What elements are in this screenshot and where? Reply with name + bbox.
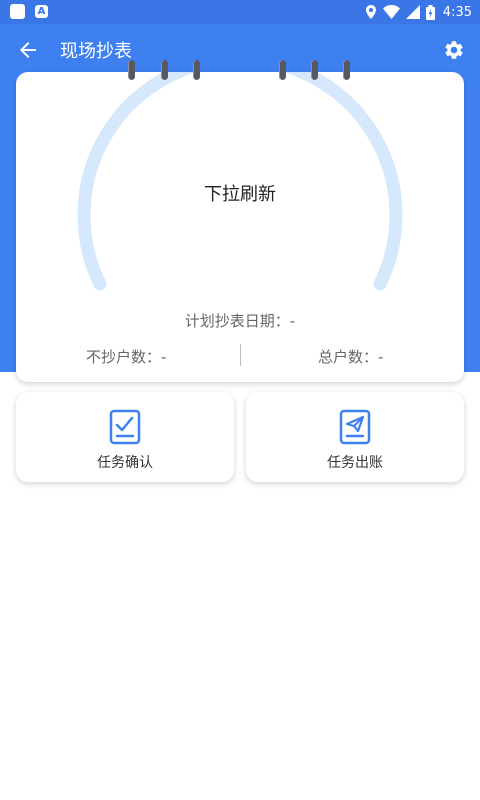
unread-households: 不抄户数：- (86, 348, 167, 366)
notification-square-icon (10, 4, 25, 19)
status-time: 4:35 (442, 4, 472, 20)
arrow-back-icon (20, 42, 36, 58)
task-send-icon (339, 409, 371, 445)
page-title: 现场抄表 (60, 41, 132, 62)
task-send-button[interactable]: 任务出账 (246, 392, 464, 482)
battery-icon (425, 4, 435, 20)
gear-icon (445, 41, 463, 59)
notification-a-letter: A (37, 6, 46, 17)
binder-ring-icon (279, 60, 286, 80)
app-bar: 现场抄表 (0, 24, 480, 76)
notification-a-icon: A (35, 5, 48, 18)
location-icon (365, 5, 376, 19)
meter-reading-card[interactable]: 下拉刷新 计划抄表日期：- 不抄户数：- 总户数：- (16, 72, 464, 382)
task-confirm-icon (109, 409, 141, 445)
task-send-label: 任务出账 (327, 455, 383, 471)
status-bar: A 4:35 (0, 0, 480, 24)
signal-icon (405, 5, 420, 19)
wifi-icon (382, 5, 400, 19)
binder-ring-icon (343, 60, 350, 80)
binder-ring-icon (311, 60, 318, 80)
status-icons: 4:35 (365, 3, 472, 21)
binder-ring-icon (193, 60, 200, 80)
task-confirm-button[interactable]: 任务确认 (16, 392, 234, 482)
pull-to-refresh-text: 下拉刷新 (204, 184, 276, 205)
stat-divider (240, 344, 241, 366)
settings-button[interactable] (440, 36, 468, 64)
plan-reading-date: 计划抄表日期：- (184, 312, 296, 330)
back-button[interactable] (14, 36, 42, 64)
total-households: 总户数：- (318, 348, 384, 366)
binder-ring-icon (128, 60, 135, 80)
binder-ring-icon (161, 60, 168, 80)
progress-gauge (77, 72, 403, 291)
task-confirm-label: 任务确认 (97, 455, 153, 471)
